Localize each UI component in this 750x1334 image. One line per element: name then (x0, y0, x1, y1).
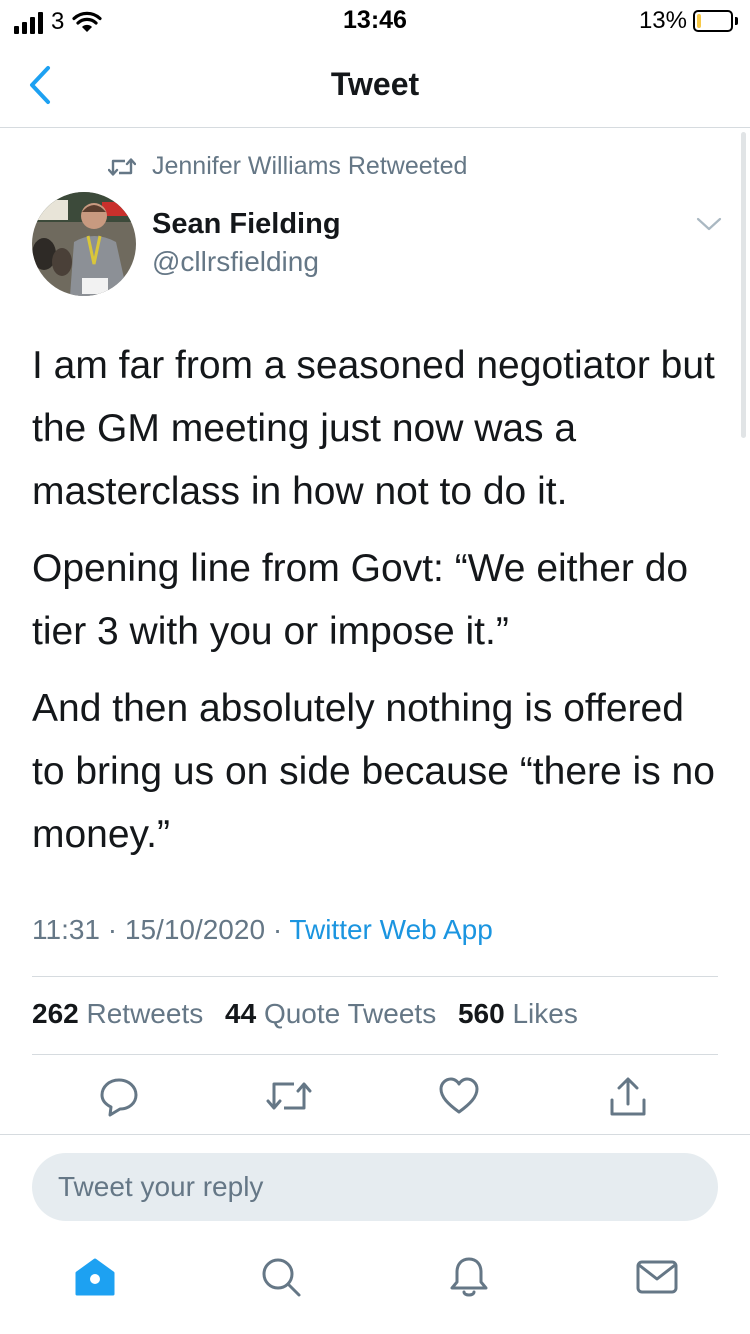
tweet-time: 11:31 (32, 914, 100, 945)
retweet-icon (266, 1082, 312, 1110)
tweet-source-link[interactable]: Twitter Web App (289, 914, 492, 945)
retweet-small-icon (108, 157, 136, 176)
retweets-count: 262 (32, 998, 79, 1029)
likes-label: Likes (512, 998, 578, 1029)
home-icon (75, 1258, 115, 1296)
scrollbar[interactable] (741, 132, 746, 438)
retweet-attribution[interactable]: Jennifer Williams Retweeted (108, 152, 467, 181)
tweet-date: 15/10/2020 (124, 914, 266, 945)
reply-input[interactable] (32, 1153, 718, 1221)
tab-search[interactable] (258, 1254, 304, 1305)
page-title: Tweet (330, 66, 420, 102)
author-avatar[interactable] (32, 192, 136, 296)
retweet-button[interactable] (266, 1076, 312, 1121)
reply-icon (100, 1078, 138, 1117)
meta-separator: · (107, 914, 118, 945)
tweet-text: I am far from a seasoned negotiator but … (32, 334, 722, 880)
quote-tweets-stat[interactable]: 44 Quote Tweets (225, 998, 436, 1029)
tweet-paragraph: Opening line from Govt: “We either do ti… (32, 547, 689, 653)
quotes-label: Quote Tweets (263, 998, 437, 1029)
retweeted-by-label: Jennifer Williams Retweeted (152, 152, 468, 180)
tweet-paragraph: And then absolutely nothing is offered t… (32, 687, 715, 856)
nav-bar: Tweet (0, 42, 750, 128)
tab-messages[interactable] (634, 1254, 680, 1305)
search-icon (262, 1258, 301, 1297)
reply-button[interactable] (98, 1076, 140, 1123)
battery-level (697, 14, 701, 28)
status-right: 13% (639, 7, 738, 35)
battery-tip (735, 17, 738, 25)
author-name[interactable]: Sean Fielding (152, 208, 341, 241)
battery-percent: 13% (638, 7, 687, 34)
tweet-options-button[interactable] (696, 216, 722, 237)
messages-icon (636, 1260, 678, 1294)
notifications-icon (450, 1257, 488, 1297)
tweet-action-bar (0, 1076, 750, 1124)
retweets-stat[interactable]: 262 Retweets (32, 998, 203, 1029)
tab-home[interactable] (72, 1254, 118, 1305)
meta-separator: · (272, 914, 283, 945)
bottom-tab-bar (0, 1254, 750, 1318)
divider (32, 976, 718, 977)
status-time: 13:46 (343, 6, 407, 34)
status-bar: 3 13:46 13% (0, 0, 750, 42)
tweet-stats: 262 Retweets 44 Quote Tweets 560 Likes (32, 998, 592, 1030)
like-icon (439, 1077, 479, 1114)
likes-count: 560 (457, 998, 505, 1029)
battery-icon (693, 10, 733, 32)
tab-notifications[interactable] (446, 1254, 492, 1305)
author-handle[interactable]: @cllrsfielding (152, 246, 319, 278)
divider (32, 1054, 718, 1055)
likes-stat[interactable]: 560 Likes (458, 998, 578, 1029)
chevron-down-icon (696, 217, 722, 231)
avatar-photo (32, 192, 136, 296)
tweet-paragraph: I am far from a seasoned negotiator but … (32, 344, 715, 513)
tweet-meta: 11:31 · 15/10/2020 · Twitter Web App (32, 914, 493, 946)
retweets-label: Retweets (86, 998, 204, 1029)
quotes-count: 44 (225, 998, 257, 1029)
share-icon (610, 1077, 646, 1116)
share-button[interactable] (608, 1076, 648, 1123)
like-button[interactable] (438, 1076, 480, 1121)
